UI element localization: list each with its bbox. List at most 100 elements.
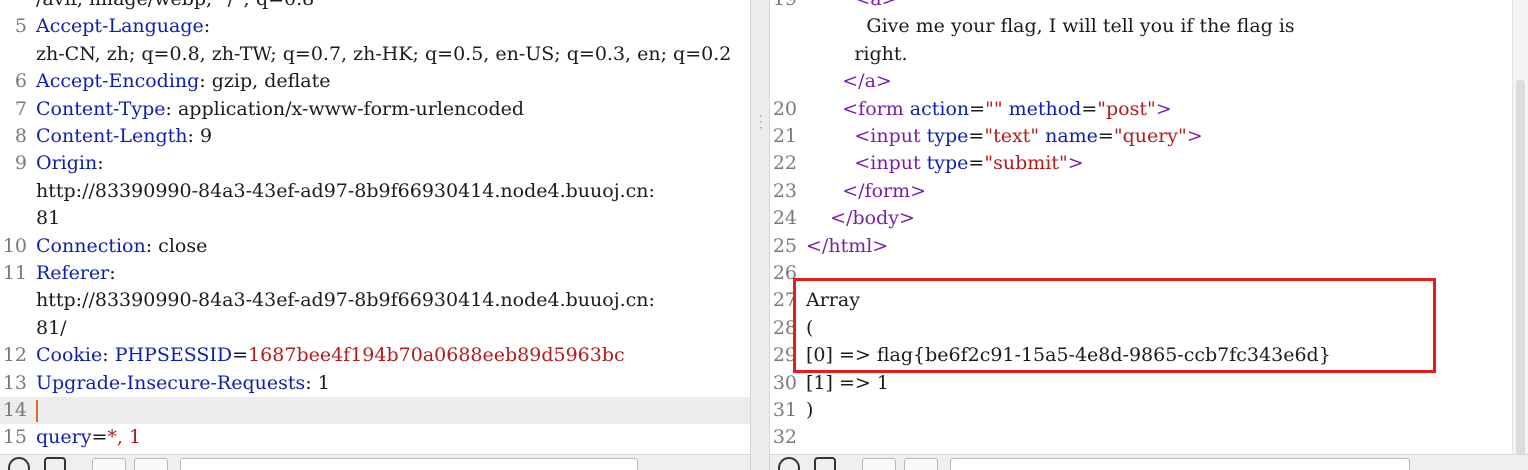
response-line[interactable]: right. (770, 41, 1512, 68)
code-token: : (203, 15, 211, 38)
code-token: > (875, 70, 892, 93)
code-token: Cookie (36, 344, 103, 367)
code-text: </a> (806, 68, 892, 95)
code-token: < (806, 97, 859, 120)
code-text: </body> (806, 205, 915, 232)
code-token: [1] => 1 (806, 371, 889, 394)
previous-button[interactable] (862, 458, 896, 470)
request-line[interactable]: http://83390990-84a3-43ef-ad97-8b9f66930… (0, 178, 750, 205)
response-scrollbar[interactable] (1512, 0, 1528, 460)
code-token: "text" (984, 125, 1046, 147)
code-text: Referer: (36, 260, 116, 287)
code-token: : application/x-www-form-urlencoded (165, 97, 525, 120)
code-text: right. (806, 41, 907, 68)
line-number: 21 (772, 125, 797, 147)
request-line[interactable]: 9 Origin: (0, 150, 750, 177)
response-line[interactable]: Give me your flag, I will tell you if th… (770, 13, 1512, 40)
previous-button[interactable] (92, 458, 126, 470)
response-line[interactable]: 23 </form> (770, 178, 1512, 205)
request-line[interactable]: 14 (0, 397, 750, 424)
code-token: action (909, 97, 970, 120)
next-button[interactable] (904, 458, 938, 470)
request-line[interactable]: 81/ (0, 315, 750, 342)
next-button[interactable] (134, 458, 168, 470)
code-text: <input type="text" name="query"> (806, 123, 1203, 150)
request-search-input[interactable] (180, 458, 638, 470)
code-text: ) (806, 397, 813, 424)
splitter-grip-icon: · · · (759, 109, 763, 135)
request-line[interactable]: 11 Referer: (0, 260, 750, 287)
line-number: 10 (2, 234, 27, 257)
code-text: <input type="submit"> (806, 150, 1083, 177)
request-line[interactable]: zh-CN, zh; q=0.8, zh-TW; q=0.7, zh-HK; q… (0, 41, 750, 68)
flag-highlight-box (793, 278, 1436, 373)
request-line[interactable]: 12 Cookie: PHPSESSID=1687bee4f194b70a0688… (0, 342, 750, 369)
code-token: /avif, image/webp, */*; q=0.8 (36, 0, 314, 10)
code-token: 81 (36, 207, 61, 230)
code-token: Content-Length (36, 125, 188, 147)
code-text: Cookie: PHPSESSID=1687bee4f194b70a0688ee… (36, 342, 625, 369)
code-text: <a> (806, 0, 897, 13)
line-number: 12 (2, 344, 27, 367)
code-token: > (1186, 125, 1203, 147)
response-search-input[interactable] (950, 458, 1410, 470)
response-line[interactable]: 19 <a> (770, 0, 1512, 13)
code-token: form (864, 179, 911, 202)
code-token: = (1097, 125, 1114, 147)
request-search-bar (0, 454, 750, 470)
gear-icon[interactable] (814, 457, 836, 470)
request-line[interactable]: 8 Content-Length: 9 (0, 123, 750, 150)
code-token: Connection (36, 234, 146, 257)
code-text: Accept-Encoding: gzip, deflate (36, 68, 331, 95)
request-line[interactable]: 5 Accept-Language: (0, 13, 750, 40)
code-token: body (852, 207, 899, 230)
code-token: : (109, 262, 116, 284)
request-line[interactable]: /avif, image/webp, */*; q=0.8 (0, 0, 750, 13)
response-viewer-pane[interactable]: 19 <a> Give me your flag, I will tell yo… (770, 0, 1512, 454)
code-token: < (806, 152, 871, 175)
request-line[interactable]: 10 Connection: close (0, 233, 750, 260)
code-token: a (864, 70, 876, 93)
code-text: Give me your flag, I will tell you if th… (806, 13, 1294, 40)
code-token: type (926, 125, 969, 147)
response-line[interactable]: 32 (770, 424, 1512, 451)
gear-icon[interactable] (44, 457, 66, 470)
code-token: 1687bee4f194b70a0688eeb89d5963bc (248, 344, 625, 367)
response-line[interactable]: </a> (770, 68, 1512, 95)
code-token: <a> (806, 0, 897, 10)
code-token: input (870, 152, 927, 175)
code-token: </ (806, 234, 829, 257)
request-line[interactable]: 6 Accept-Encoding: gzip, deflate (0, 68, 750, 95)
response-line[interactable]: 25 </html> (770, 233, 1512, 260)
code-token: Accept-Language (36, 15, 204, 38)
code-token: Upgrade-Insecure-Requests (36, 371, 306, 394)
line-number: 5 (14, 15, 27, 38)
request-line[interactable]: 7 Content-Type: application/x-www-form-ur… (0, 96, 750, 123)
code-token: Accept-Encoding (36, 70, 200, 93)
code-text: Content-Length: 9 (36, 123, 212, 150)
code-text: <form action="" method="post"> (806, 96, 1171, 123)
code-text: 81/ (36, 315, 67, 342)
request-line[interactable]: 81 (0, 205, 750, 232)
request-line[interactable]: 15 query=*, 1 (0, 424, 750, 451)
code-text: 81 (36, 205, 60, 232)
request-line[interactable]: http://83390990-84a3-43ef-ad97-8b9f66930… (0, 287, 750, 314)
response-line[interactable]: 20 <form action="" method="post"> (770, 96, 1512, 123)
scrollbar-thumb[interactable] (1516, 80, 1525, 460)
help-icon[interactable] (8, 457, 30, 470)
response-line[interactable]: 30 [1] => 1 (770, 370, 1512, 397)
line-number: 14 (2, 399, 27, 421)
code-token: , 1 (116, 426, 142, 449)
response-line[interactable]: 24 </body> (770, 205, 1512, 232)
line-number: 32 (772, 426, 797, 449)
response-line[interactable]: 22 <input type="submit"> (770, 150, 1512, 177)
response-line[interactable]: 31) (770, 397, 1512, 424)
response-line[interactable]: 21 <input type="text" name="query"> (770, 123, 1512, 150)
code-token: "submit" (984, 152, 1068, 175)
help-icon[interactable] (778, 457, 800, 470)
line-number: 6 (14, 70, 27, 93)
code-token: : 1 (305, 371, 330, 394)
pane-splitter[interactable]: · · · (750, 0, 770, 470)
request-editor-pane[interactable]: /avif, image/webp, */*; q=0.8 5 Accept-Lan… (0, 0, 750, 454)
request-line[interactable]: 13 Upgrade-Insecure-Requests: 1 (0, 370, 750, 397)
